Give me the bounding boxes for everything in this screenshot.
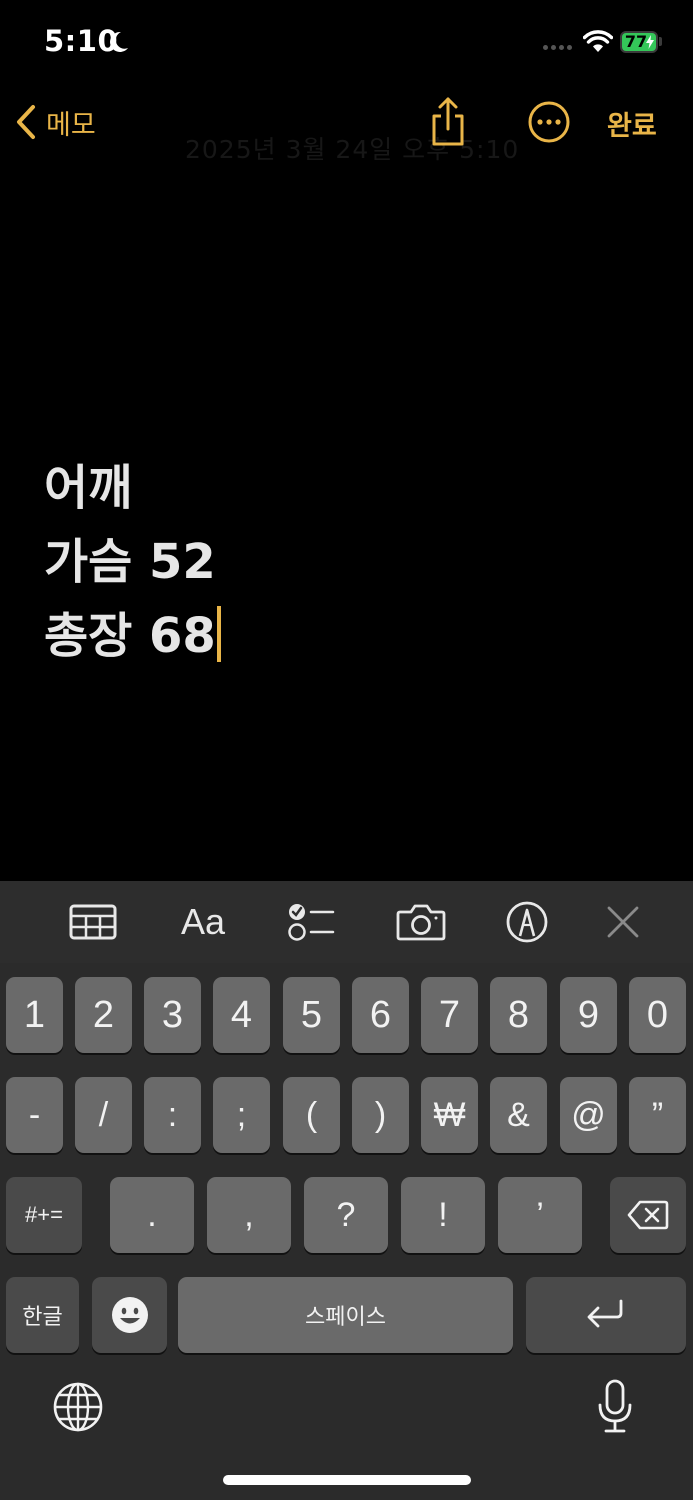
globe-icon[interactable] xyxy=(52,1381,104,1433)
key-8[interactable]: 8 xyxy=(490,977,547,1053)
key-comma[interactable]: , xyxy=(207,1177,291,1253)
close-toolbar-button[interactable] xyxy=(604,899,642,945)
more-options-icon[interactable] xyxy=(527,100,571,144)
chevron-left-icon xyxy=(17,105,35,139)
close-icon xyxy=(607,906,639,938)
microphone-icon[interactable] xyxy=(596,1379,634,1435)
keyboard: Aa 1 2 3 4 5 6 7 8 9 0 - /: ; () ₩ & @… xyxy=(0,881,693,1500)
key-1[interactable]: 1 xyxy=(6,977,63,1053)
emoji-key[interactable] xyxy=(92,1277,167,1353)
emoji-icon xyxy=(111,1297,148,1333)
return-arrow-icon xyxy=(587,1299,623,1328)
moon-icon xyxy=(110,31,128,52)
text-format-button[interactable]: Aa xyxy=(176,899,230,945)
key-colon[interactable]: : xyxy=(144,1077,201,1153)
back-button[interactable]: 메모 xyxy=(14,100,96,144)
backspace-icon xyxy=(627,1200,669,1230)
markup-button[interactable] xyxy=(504,899,550,945)
delete-key[interactable] xyxy=(610,1177,686,1253)
home-indicator[interactable] xyxy=(223,1475,471,1485)
checklist-icon xyxy=(288,904,335,941)
table-icon xyxy=(69,904,117,940)
note-text-editor[interactable]: 어깨 가슴 52 총장 68 xyxy=(44,458,664,680)
key-open-paren[interactable]: ( xyxy=(283,1077,340,1153)
key-5[interactable]: 5 xyxy=(283,977,340,1053)
key-at[interactable]: @ xyxy=(560,1077,617,1153)
note-line-2: 가슴 52 xyxy=(44,534,216,590)
cellular-signal-icon xyxy=(543,45,572,50)
key-2[interactable]: 2 xyxy=(75,977,132,1053)
key-0[interactable]: 0 xyxy=(629,977,686,1053)
key-semicolon[interactable]: ; xyxy=(213,1077,270,1153)
key-4[interactable]: 4 xyxy=(213,977,270,1053)
key-close-paren[interactable]: ) xyxy=(352,1077,409,1153)
keyboard-keys: 1 2 3 4 5 6 7 8 9 0 - / : ; ( ) ₩ & @ ” … xyxy=(0,963,693,1500)
key-quote[interactable]: ” xyxy=(629,1077,686,1153)
key-3[interactable]: 3 xyxy=(144,977,201,1053)
key-9[interactable]: 9 xyxy=(560,977,617,1053)
key-apostrophe[interactable]: ’ xyxy=(498,1177,582,1253)
symbols-toggle-key[interactable]: #+= xyxy=(6,1177,82,1253)
key-exclamation[interactable]: ! xyxy=(401,1177,485,1253)
text-caret xyxy=(216,606,221,662)
key-won[interactable]: ₩ xyxy=(421,1077,478,1153)
key-ampersand[interactable]: & xyxy=(490,1077,547,1153)
markup-pen-icon xyxy=(506,901,548,943)
wifi-icon xyxy=(583,30,613,52)
done-button[interactable]: 완료 xyxy=(607,104,657,143)
status-bar: 5:10 77 xyxy=(0,0,693,86)
key-hyphen[interactable]: - xyxy=(6,1077,63,1153)
space-key[interactable]: 스페이스 xyxy=(178,1277,513,1353)
key-period[interactable]: . xyxy=(110,1177,194,1253)
checklist-button[interactable] xyxy=(286,899,336,945)
key-slash[interactable]: / xyxy=(75,1077,132,1153)
note-line-3: 총장 68 xyxy=(44,606,664,680)
note-line-1: 어깨 xyxy=(44,460,133,516)
charging-bolt-icon xyxy=(646,35,654,49)
battery-cap xyxy=(659,37,662,46)
table-button[interactable] xyxy=(68,899,118,945)
key-7[interactable]: 7 xyxy=(421,977,478,1053)
camera-button[interactable] xyxy=(396,899,446,945)
battery-icon: 77 xyxy=(620,31,658,53)
hangul-key[interactable]: 한글 xyxy=(6,1277,79,1353)
camera-icon xyxy=(396,904,446,941)
share-icon[interactable] xyxy=(428,96,468,148)
key-question[interactable]: ? xyxy=(304,1177,388,1253)
key-6[interactable]: 6 xyxy=(352,977,409,1053)
note-nav-bar: 메모 2025년 3월 24일 오후 5:10 완료 xyxy=(0,86,693,164)
back-button-label: 메모 xyxy=(46,109,96,141)
return-key[interactable] xyxy=(526,1277,686,1353)
note-date: 2025년 3월 24일 오후 5:10 xyxy=(185,135,520,164)
format-toolbar: Aa xyxy=(0,881,693,963)
